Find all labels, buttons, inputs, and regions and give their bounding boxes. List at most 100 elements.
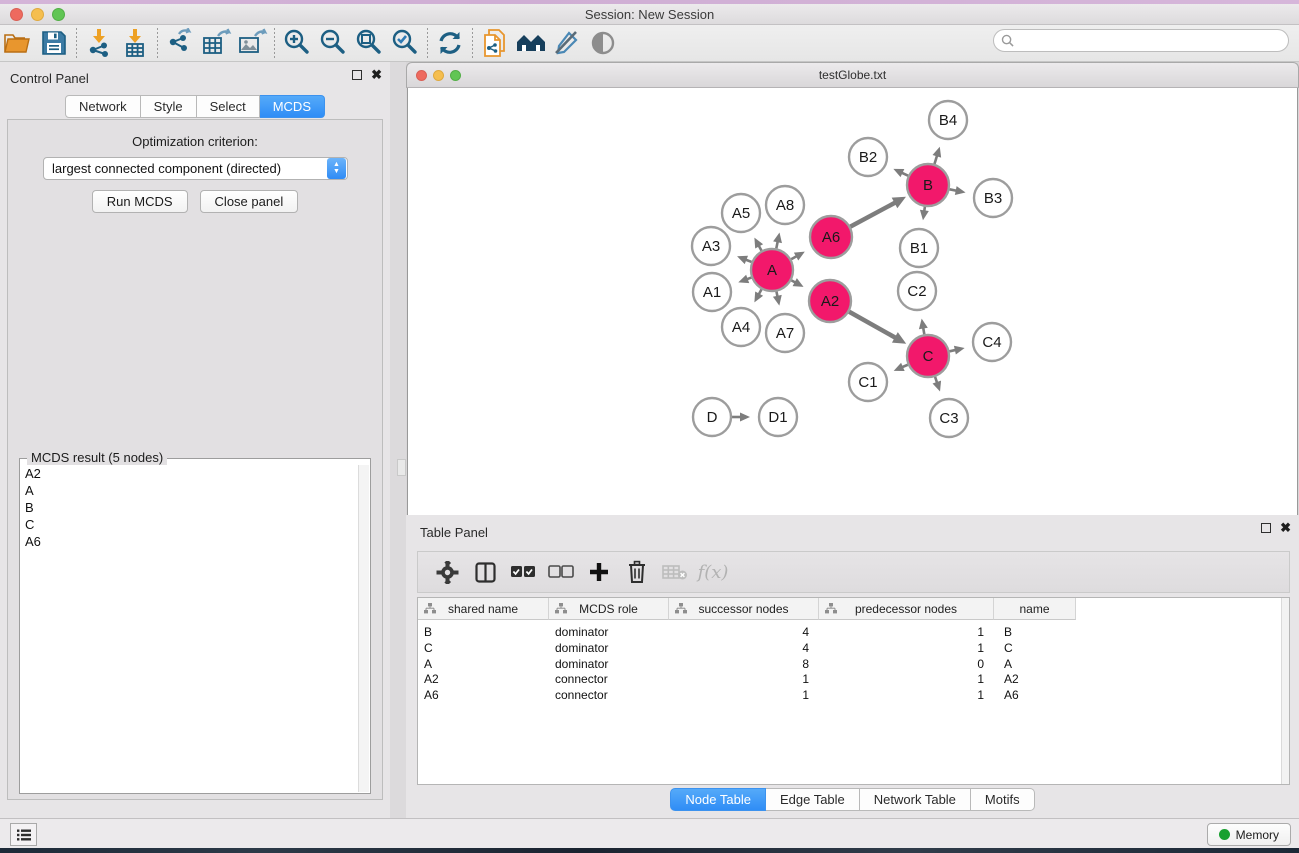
cell-successor_nodes[interactable]: 8 [669, 656, 819, 672]
cell-shared_name[interactable]: C [418, 640, 549, 656]
mcds-result-list[interactable]: A2ABCA6 [21, 465, 358, 792]
cell-successor_nodes[interactable]: 4 [669, 624, 819, 640]
import-network-icon[interactable] [81, 27, 117, 59]
table-row[interactable]: Adominator80A [418, 656, 1076, 672]
export-table-icon[interactable] [198, 27, 234, 59]
cell-name[interactable]: C [994, 640, 1076, 656]
deselect-all-icon[interactable] [542, 555, 580, 589]
cell-predecessor_nodes[interactable]: 1 [819, 640, 994, 656]
column-header-MCDS-role[interactable]: MCDS role [549, 598, 669, 620]
network-vscroll-thumb[interactable] [397, 459, 406, 476]
result-item[interactable]: C [21, 516, 358, 533]
column-header-successor-nodes[interactable]: successor nodes [669, 598, 819, 620]
cybrowser-home-icon[interactable] [513, 27, 549, 59]
result-item[interactable]: A2 [21, 465, 358, 482]
add-column-icon[interactable] [580, 555, 618, 589]
tab-mcds[interactable]: MCDS [260, 95, 325, 118]
table-row[interactable]: A6connector11A6 [418, 687, 1076, 703]
tab-node-table[interactable]: Node Table [670, 788, 766, 811]
search-field[interactable] [993, 29, 1289, 52]
memory-button[interactable]: Memory [1207, 823, 1291, 846]
new-session-icon[interactable] [477, 27, 513, 59]
zoom-out-icon[interactable] [315, 27, 351, 59]
zoom-selected-icon[interactable] [387, 27, 423, 59]
network-graph: B4B2BB3A8A5A6A3B1AA1C2A2A4A7C4CC1C3DD1 [408, 88, 1297, 509]
zoom-in-icon[interactable] [279, 27, 315, 59]
cell-predecessor_nodes[interactable]: 1 [819, 624, 994, 640]
tab-network-table[interactable]: Network Table [860, 788, 971, 811]
cell-shared_name[interactable]: A2 [418, 671, 549, 687]
cell-name[interactable]: A6 [994, 687, 1076, 703]
hide-details-icon[interactable] [549, 27, 585, 59]
result-list-scrollbar[interactable] [358, 465, 369, 792]
result-item[interactable]: A [21, 482, 358, 499]
cell-name[interactable]: B [994, 624, 1076, 640]
column-header-predecessor-nodes[interactable]: predecessor nodes [819, 598, 994, 620]
criterion-dropdown[interactable]: largest connected component (directed) ▲… [43, 157, 348, 180]
close-table-panel-icon[interactable]: ✖ [1280, 523, 1291, 533]
export-image-icon[interactable] [234, 27, 270, 59]
select-all-icon[interactable] [504, 555, 542, 589]
panel-splitter[interactable] [390, 62, 406, 818]
column-header-label: MCDS role [579, 602, 638, 616]
edge-A6-B[interactable] [850, 202, 895, 226]
cell-successor_nodes[interactable]: 1 [669, 687, 819, 703]
cell-successor_nodes[interactable]: 1 [669, 671, 819, 687]
function-builder-icon[interactable]: f(x) [694, 555, 732, 589]
tab-select[interactable]: Select [197, 95, 260, 118]
import-table-icon[interactable] [117, 27, 153, 59]
tab-network[interactable]: Network [65, 95, 141, 118]
cell-mcds_role[interactable]: dominator [549, 640, 669, 656]
result-item[interactable]: B [21, 499, 358, 516]
export-network-icon[interactable] [162, 27, 198, 59]
delete-table-icon[interactable] [656, 555, 694, 589]
search-icon [1001, 34, 1014, 47]
table-row[interactable]: A2connector11A2 [418, 671, 1076, 687]
float-table-panel-icon[interactable] [1261, 523, 1271, 533]
cell-shared_name[interactable]: B [418, 624, 549, 640]
show-column-icon[interactable] [466, 555, 504, 589]
cell-mcds_role[interactable]: dominator [549, 624, 669, 640]
table-row[interactable]: Bdominator41B [418, 624, 1076, 640]
cell-successor_nodes[interactable]: 4 [669, 640, 819, 656]
show-details-icon[interactable] [585, 27, 621, 59]
run-mcds-button[interactable]: Run MCDS [92, 190, 188, 213]
edge-A2-C[interactable] [849, 312, 896, 338]
result-item[interactable]: A6 [21, 533, 358, 550]
save-session-icon[interactable] [36, 27, 72, 59]
table-settings-icon[interactable] [428, 555, 466, 589]
table-scrollbar[interactable] [1281, 598, 1289, 784]
column-header-shared-name[interactable]: shared name [418, 598, 549, 620]
toolbar-separator [472, 28, 473, 58]
cell-predecessor_nodes[interactable]: 1 [819, 687, 994, 703]
refresh-layout-icon[interactable] [432, 27, 468, 59]
search-input[interactable] [1014, 30, 1288, 51]
cell-shared_name[interactable]: A6 [418, 687, 549, 703]
cell-name[interactable]: A [994, 656, 1076, 672]
open-session-icon[interactable] [0, 27, 36, 59]
zoom-fit-icon[interactable] [351, 27, 387, 59]
task-history-button[interactable] [10, 823, 37, 846]
node-table[interactable]: shared name MCDS role successor nodesprede… [417, 597, 1290, 785]
cell-mcds_role[interactable]: dominator [549, 656, 669, 672]
network-canvas[interactable]: B4B2BB3A8A5A6A3B1AA1C2A2A4A7C4CC1C3DD1 [407, 88, 1298, 572]
network-window-titlebar[interactable]: testGlobe.txt [406, 62, 1299, 88]
table-row[interactable]: Cdominator41C [418, 640, 1076, 656]
cell-mcds_role[interactable]: connector [549, 671, 669, 687]
column-header-name[interactable]: name [994, 598, 1076, 620]
node-label-B4: B4 [939, 112, 957, 129]
float-panel-icon[interactable] [352, 70, 362, 80]
node-label-C1: C1 [858, 374, 877, 391]
cell-name[interactable]: A2 [994, 671, 1076, 687]
cell-mcds_role[interactable]: connector [549, 687, 669, 703]
close-panel-icon[interactable]: ✖ [371, 70, 382, 80]
cell-predecessor_nodes[interactable]: 0 [819, 656, 994, 672]
cell-predecessor_nodes[interactable]: 1 [819, 671, 994, 687]
close-panel-button[interactable]: Close panel [200, 190, 299, 213]
tab-style[interactable]: Style [141, 95, 197, 118]
tab-motifs[interactable]: Motifs [971, 788, 1035, 811]
cell-shared_name[interactable]: A [418, 656, 549, 672]
tab-edge-table[interactable]: Edge Table [766, 788, 860, 811]
delete-column-icon[interactable] [618, 555, 656, 589]
memory-label: Memory [1236, 828, 1279, 842]
